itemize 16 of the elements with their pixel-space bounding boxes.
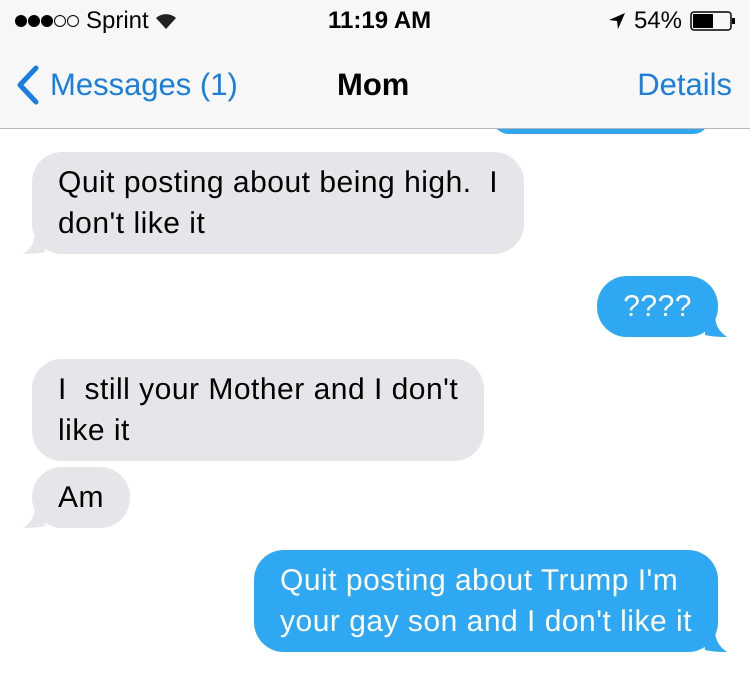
wifi-icon [154, 13, 177, 29]
clock-time: 11:19 AM [328, 6, 432, 36]
message-bubble: I still your Mother and I don't like it [32, 359, 484, 461]
message-bubble: ???? [597, 276, 718, 337]
back-button[interactable]: Messages (1) [16, 62, 238, 108]
chevron-left-icon [16, 65, 40, 105]
signal-icon [14, 14, 80, 28]
conversation-title: Mom [337, 66, 410, 104]
message-bubble: Am [32, 467, 130, 528]
battery-icon [690, 11, 736, 31]
battery-percent: 54% [634, 6, 682, 36]
details-button[interactable]: Details [637, 62, 734, 108]
carrier-name: Sprint [86, 6, 149, 36]
location-arrow-icon [608, 12, 626, 30]
message-bubble: Quit posting about being high. I don't like it [32, 152, 524, 254]
message-bubble: Quit posting about Trump I'm your gay son and I don't like it [254, 550, 718, 652]
